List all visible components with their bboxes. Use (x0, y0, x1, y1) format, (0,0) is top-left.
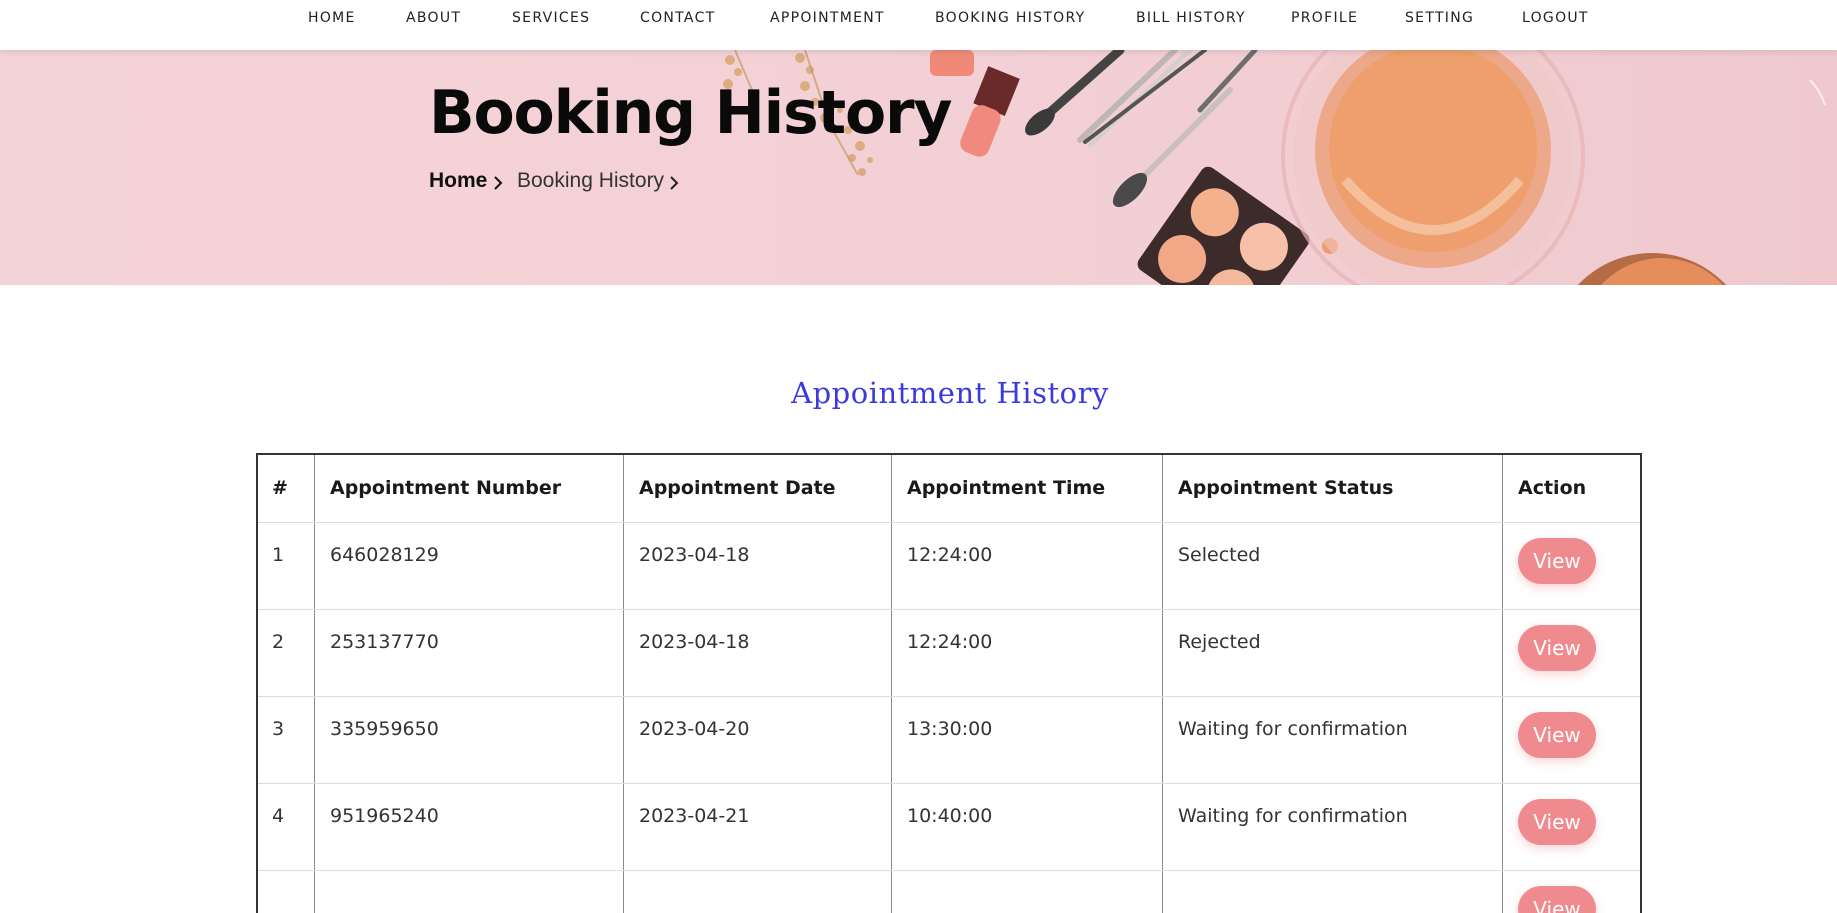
view-button[interactable]: View (1518, 625, 1596, 671)
nav-item-appointment[interactable]: APPOINTMENT (770, 10, 885, 26)
breadcrumb-home-link[interactable]: Home (429, 169, 487, 193)
cell-appointment-status: Selected (1178, 544, 1261, 566)
nav-item-services[interactable]: SERVICES (512, 10, 590, 26)
hero-banner: Booking History Home Booking History (0, 50, 1837, 285)
header-index: # (272, 477, 288, 499)
nav-item-about[interactable]: ABOUT (406, 10, 461, 26)
cell-appointment-date: 2023-04-21 (639, 805, 750, 827)
cell-appointment-date: 2023-04-18 (639, 544, 750, 566)
breadcrumb-current: Booking History (517, 169, 665, 192)
cell-index: 1 (272, 544, 285, 566)
column-divider (1502, 455, 1503, 913)
cell-appointment-number: 951965240 (330, 805, 439, 827)
cell-appointment-number: 335959650 (330, 718, 439, 740)
cell-index: 2 (272, 631, 285, 653)
header-appointment-number: Appointment Number (330, 477, 562, 499)
row-divider (258, 696, 1640, 697)
cell-appointment-status: Waiting for confirmation (1178, 718, 1408, 740)
cell-appointment-status: Waiting for confirmation (1178, 805, 1408, 827)
view-button[interactable]: View (1518, 712, 1596, 758)
view-button[interactable]: View (1518, 799, 1596, 845)
column-divider (314, 455, 315, 913)
cell-appointment-date: 2023-04-20 (639, 718, 750, 740)
view-button[interactable]: View (1518, 538, 1596, 584)
header-action: Action (1518, 477, 1587, 499)
chevron-right-icon (669, 175, 679, 191)
cell-appointment-status: Rejected (1178, 631, 1261, 653)
cell-index: 4 (272, 805, 285, 827)
section-title: Appointment History (791, 376, 1109, 410)
nav-item-contact[interactable]: CONTACT (640, 10, 716, 26)
row-divider (258, 783, 1640, 784)
cell-appointment-time: 13:30:00 (907, 718, 993, 740)
header-appointment-time: Appointment Time (907, 477, 1106, 499)
nav-item-logout[interactable]: LOGOUT (1522, 10, 1589, 26)
column-divider (623, 455, 624, 913)
nav-item-booking-history[interactable]: BOOKING HISTORY (935, 10, 1085, 26)
nav-item-bill-history[interactable]: BILL HISTORY (1136, 10, 1246, 26)
cell-index: 3 (272, 718, 285, 740)
nav-item-home[interactable]: HOME (308, 10, 356, 26)
cell-appointment-number: 646028129 (330, 544, 439, 566)
header-appointment-status: Appointment Status (1178, 477, 1394, 499)
row-divider (258, 522, 1640, 523)
nav-menu: HOME ABOUT SERVICES CONTACT APPOINTMENT … (0, 0, 1837, 40)
nav-item-setting[interactable]: SETTING (1405, 10, 1474, 26)
view-button[interactable]: View (1518, 886, 1596, 913)
row-divider (258, 870, 1640, 871)
header-appointment-date: Appointment Date (639, 477, 836, 499)
nav-item-profile[interactable]: PROFILE (1291, 10, 1358, 26)
column-divider (891, 455, 892, 913)
column-divider (1162, 455, 1163, 913)
row-divider (258, 609, 1640, 610)
page-title: Booking History (429, 78, 952, 148)
cell-appointment-number: 253137770 (330, 631, 439, 653)
cell-appointment-time: 10:40:00 (907, 805, 993, 827)
cell-appointment-time: 12:24:00 (907, 631, 993, 653)
appointment-history-table: # Appointment Number Appointment Date Ap… (256, 453, 1642, 913)
chevron-right-icon (493, 175, 503, 191)
cell-appointment-time: 12:24:00 (907, 544, 993, 566)
cell-appointment-date: 2023-04-18 (639, 631, 750, 653)
top-navbar: HOME ABOUT SERVICES CONTACT APPOINTMENT … (0, 0, 1837, 50)
